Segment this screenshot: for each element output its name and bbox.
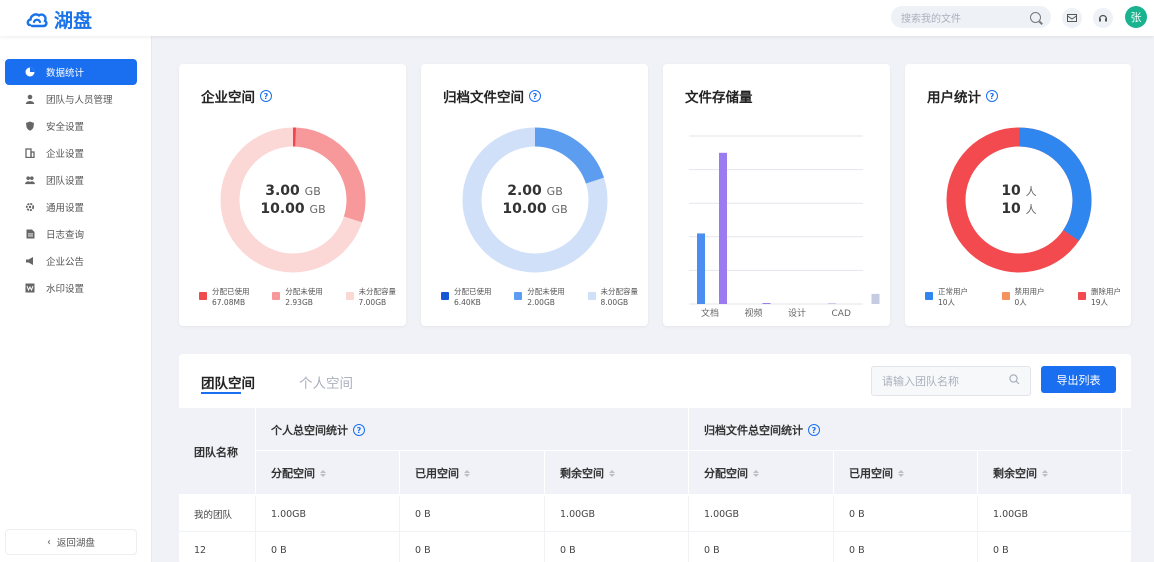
x-tick-label: 设计 [788, 307, 806, 319]
chart-bar[interactable] [871, 293, 880, 304]
team-icon [25, 175, 35, 185]
help-icon[interactable]: ? [260, 90, 272, 102]
team-space-table-card: 团队空间 个人空间 请输入团队名称 导出列表 团队名称 个人总空间统计? 归档文… [179, 354, 1131, 562]
table-row[interactable]: 我的团队 1.00GB 0 B 1.00GB 1.00GB 0 B 1.00GB [179, 496, 1131, 532]
sidebar-item-team-settings[interactable]: 团队设置 [5, 167, 137, 193]
table-row[interactable]: 12 0 B 0 B 0 B 0 B 0 B 0 B [179, 532, 1131, 562]
search-placeholder: 搜索我的文件 [901, 13, 961, 25]
legend-item: 分配未使用 2.93GB [272, 286, 323, 308]
chart-bar[interactable] [762, 303, 771, 304]
capacity-total: 10.00 GB [260, 201, 326, 217]
card-title: 归档文件空间 [443, 90, 524, 106]
sidebar-item-security[interactable]: 安全设置 [5, 113, 137, 139]
search-icon[interactable] [1009, 374, 1020, 388]
col-archive-used[interactable]: 已用空间 [849, 465, 904, 481]
sidebar-item-enterprise[interactable]: 企业设置 [5, 140, 137, 166]
building-icon [25, 148, 35, 158]
tab-team-space[interactable]: 团队空间 [201, 372, 255, 392]
pie-chart-icon [25, 67, 35, 77]
help-icon[interactable]: ? [986, 90, 998, 102]
chart-bar[interactable] [828, 303, 836, 304]
gear-icon [25, 202, 35, 212]
sort-icon [898, 469, 904, 477]
mail-icon[interactable] [1062, 8, 1082, 28]
sort-icon [1042, 469, 1048, 477]
user-stats-card: 用户统计? 10 人 10 人 正常用户 10人 禁用用户 0人 删除用户 19人 [905, 64, 1131, 326]
logo[interactable]: 湖盘 [26, 6, 92, 33]
user-legend: 正常用户 10人 禁用用户 0人 删除用户 19人 [925, 286, 1121, 308]
x-tick-label: 视频 [745, 307, 763, 319]
group-personal-space: 个人总空间统计? [271, 422, 365, 438]
global-search-input[interactable]: 搜索我的文件 [891, 6, 1051, 28]
back-to-home-button[interactable]: ‹ 返回湖盘 [5, 529, 137, 555]
legend-item: 禁用用户 0人 [1001, 286, 1045, 308]
tab-personal-space[interactable]: 个人空间 [299, 372, 353, 392]
user-count-top: 10 人 [1001, 183, 1037, 199]
col-archive-allocated[interactable]: 分配空间 [704, 465, 759, 481]
team-search-input[interactable]: 请输入团队名称 [871, 366, 1031, 396]
export-list-button[interactable]: 导出列表 [1041, 366, 1116, 393]
top-bar: 湖盘 搜索我的文件 张 [0, 0, 1154, 36]
col-used[interactable]: 已用空间 [415, 465, 470, 481]
user-icon [25, 94, 35, 104]
card-title: 用户统计 [927, 90, 981, 106]
chart-bar[interactable] [719, 152, 727, 304]
legend-item: 删除用户 19人 [1078, 286, 1121, 308]
chevron-left-icon: ‹ [47, 536, 51, 548]
logo-text: 湖盘 [54, 10, 93, 32]
shield-icon [25, 121, 35, 131]
active-tab-indicator [201, 392, 241, 394]
legend-item: 正常用户 10人 [925, 286, 968, 308]
col-team-name: 团队名称 [194, 446, 238, 459]
help-icon[interactable]: ? [529, 90, 541, 102]
used-total: 2.00 GB [507, 183, 563, 199]
chart-bar[interactable] [697, 233, 705, 304]
x-tick-label: CAD [832, 309, 851, 319]
watermark-icon [25, 283, 35, 293]
legend-item: 未分配容量 7.00GB [345, 286, 396, 308]
file-storage-card: 文件存储量 文档 视频 设计 CAD [663, 64, 890, 326]
archive-space-card: 归档文件空间? 2.00 GB 10.00 GB 分配已使用 6.40KB 分配未… [421, 64, 648, 326]
avatar[interactable]: 张 [1125, 6, 1147, 28]
table-header: 团队名称 个人总空间统计? 归档文件总空间统计? 分配空间 已用空间 剩余空间 … [179, 408, 1131, 494]
document-icon [25, 229, 35, 239]
sort-icon [609, 469, 615, 477]
capacity-total: 10.00 GB [502, 201, 568, 217]
storage-bar-chart: 文档 视频 设计 CAD [689, 135, 880, 319]
archive-legend: 分配已使用 6.40KB 分配未使用 2.00GB 未分配容量 8.00GB [441, 286, 638, 308]
sidebar-item-team-members[interactable]: 团队与人员管理 [5, 86, 137, 112]
sidebar-item-announcements[interactable]: 企业公告 [5, 248, 137, 274]
user-count-bottom: 10 人 [1001, 201, 1037, 217]
cloud-logo-icon [26, 12, 48, 27]
col-remaining[interactable]: 剩余空间 [560, 465, 615, 481]
enterprise-legend: 分配已使用 67.08MB 分配未使用 2.93GB 未分配容量 7.00GB [199, 286, 396, 308]
card-title: 企业空间 [201, 90, 255, 106]
sidebar: 数据统计 团队与人员管理 安全设置 企业设置 团队设置 通用设置 日志查询 企业… [0, 36, 152, 562]
x-tick-label: 文档 [701, 307, 719, 319]
legend-item: 分配未使用 2.00GB [514, 286, 565, 308]
help-icon[interactable]: ? [808, 424, 820, 436]
enterprise-space-card: 企业空间? 3.00 GB 10.00 GB 分配已使用 67.08MB 分配未使… [179, 64, 406, 326]
legend-item: 未分配容量 8.00GB [587, 286, 638, 308]
used-total: 3.00 GB [265, 183, 321, 199]
group-archive-space: 归档文件总空间统计? [704, 422, 820, 438]
sort-icon [464, 469, 470, 477]
sidebar-item-watermark[interactable]: 水印设置 [5, 275, 137, 301]
sort-icon [753, 469, 759, 477]
help-icon[interactable]: ? [353, 424, 365, 436]
legend-item: 分配已使用 6.40KB [441, 286, 492, 308]
col-archive-remaining[interactable]: 剩余空间 [993, 465, 1048, 481]
sidebar-item-logs[interactable]: 日志查询 [5, 221, 137, 247]
headset-icon[interactable] [1093, 8, 1113, 28]
sidebar-item-general[interactable]: 通用设置 [5, 194, 137, 220]
megaphone-icon [25, 256, 35, 266]
col-allocated[interactable]: 分配空间 [271, 465, 326, 481]
sort-icon [320, 469, 326, 477]
sidebar-item-data-stats[interactable]: 数据统计 [5, 59, 137, 85]
search-icon[interactable] [1030, 11, 1041, 23]
legend-item: 分配已使用 67.08MB [199, 286, 250, 308]
